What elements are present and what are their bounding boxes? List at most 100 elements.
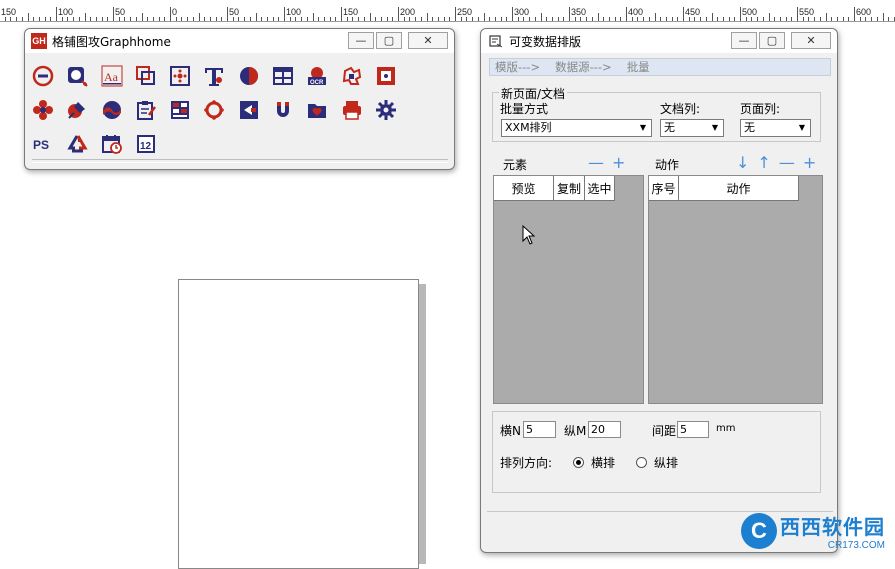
minimize-button[interactable]: — [348,32,374,49]
ruler-minor-tick [745,17,747,21]
graphhome-toolbar-window[interactable]: GH 格铺图攻Graphhome — ▢ ✕ Aa OCR PS 12 [24,28,455,170]
ps-label: PS [33,138,49,152]
flower-icon[interactable] [32,93,66,127]
chevron-down-icon: ▼ [711,123,719,132]
doc-col-select[interactable]: 无 ▼ [660,119,724,137]
arrow-box-icon[interactable] [238,93,272,127]
ruler-minor-tick [831,17,833,21]
col-copy[interactable]: 复制 [554,176,585,201]
magnifier-add-icon[interactable] [66,59,100,93]
direction-vertical-label[interactable]: 纵排 [654,454,678,471]
clipboard-edit-icon[interactable] [135,93,169,127]
remove-element-button[interactable]: — [588,153,604,172]
calendar-clock-icon[interactable] [101,127,135,161]
ps-icon[interactable]: PS [32,127,66,161]
close-button[interactable]: ✕ [408,32,448,49]
ocr-icon[interactable]: OCR [306,59,340,93]
ruler-minor-tick [403,17,405,21]
direction-horizontal-label[interactable]: 横排 [591,454,615,471]
target-dots-icon[interactable] [169,59,203,93]
ruler-major-tick [284,7,285,21]
col-selected[interactable]: 选中 [585,176,615,201]
ruler-minor-tick [33,17,35,21]
heart-folder-icon[interactable] [306,93,340,127]
ruler-minor-tick [688,17,690,21]
add-element-button[interactable]: + [612,153,625,172]
ruler-minor-tick [865,17,867,21]
menu-datasource[interactable]: 数据源---> [555,59,612,75]
ruler-minor-tick [660,17,662,21]
dots-square-icon[interactable] [375,59,409,93]
direction-vertical-radio[interactable] [636,457,647,468]
magnet-icon[interactable] [272,93,306,127]
ruler-minor-tick [16,17,18,21]
page-number-icon[interactable]: 12 [135,127,169,161]
spacing-input[interactable]: 5 [677,421,709,438]
ruler-minor-tick [198,13,200,21]
ruler-minor-tick [61,17,63,21]
col-action[interactable]: 动作 [679,176,799,201]
col-preview[interactable]: 预览 [494,176,554,201]
grid-blocks-icon[interactable] [169,93,203,127]
horizontal-ruler[interactable]: 150 100 50 0 50 100 150 200 250 300 350 400 450 500 55… [0,0,895,22]
ruler-minor-tick [107,17,109,21]
ruler-minor-tick [631,17,633,21]
maximize-button[interactable]: ▢ [759,32,785,49]
ruler-minor-tick [597,13,599,21]
ruler-label: 350 [571,7,587,17]
vertical-label: 纵M [564,424,587,438]
recycle-icon[interactable] [66,127,100,161]
ring-icon[interactable] [203,93,237,127]
ruler-minor-tick [289,17,291,21]
ruler-minor-tick [734,17,736,21]
page-col-select[interactable]: 无 ▼ [740,119,811,137]
ruler-minor-tick [73,17,75,21]
ruler-minor-tick [779,17,781,21]
toolbar-status-line [32,159,448,163]
gear-icon[interactable] [375,93,409,127]
maximize-button[interactable]: ▢ [376,32,402,49]
half-circle-icon[interactable] [238,59,272,93]
menu-template[interactable]: 模版---> [495,59,540,75]
layout-params-group: 横N 5 纵M 20 间距 5 mm 排列方向: 横排 纵排 [492,411,821,493]
wave-circle-icon[interactable] [101,93,135,127]
text-aa-icon[interactable]: Aa [101,59,135,93]
printer-icon[interactable] [341,93,375,127]
ruler-minor-tick [620,17,622,21]
ruler-minor-tick [500,17,502,21]
document-page[interactable] [178,279,419,569]
ruler-major-tick [797,7,798,21]
overlap-squares-icon[interactable] [135,59,169,93]
pen-nib-icon[interactable] [66,93,100,127]
vertical-count-input[interactable]: 20 [588,421,621,438]
menu-batch[interactable]: 批量 [627,59,650,75]
ruler-minor-tick [608,17,610,21]
ruler-minor-tick [238,17,240,21]
puzzle-icon[interactable] [341,59,375,93]
ruler-minor-tick [432,17,434,21]
move-down-button[interactable]: ↓ [736,153,749,172]
col-index[interactable]: 序号 [649,176,679,201]
ruler-minor-tick [306,17,308,21]
variable-data-window[interactable]: 可变数据排版 — ▢ ✕ 模版---> 数据源---> 批量 新页面/文档 批量… [480,28,838,553]
elements-grid[interactable]: 预览 复制 选中 [493,175,644,404]
ruler-minor-tick [791,17,793,21]
ruler-minor-tick [118,17,120,21]
add-action-button[interactable]: + [803,153,816,172]
text-t-icon[interactable] [203,59,237,93]
move-up-button[interactable]: ↑ [757,153,770,172]
direction-horizontal-radio[interactable] [573,457,584,468]
table-icon[interactable] [272,59,306,93]
minimize-button[interactable]: — [731,32,757,49]
horizontal-count-input[interactable]: 5 [523,421,556,438]
remove-action-button[interactable]: — [779,153,795,172]
no-entry-icon[interactable] [32,59,66,93]
ruler-minor-tick [757,17,759,21]
ruler-minor-tick [249,17,251,21]
ruler-minor-tick [483,13,485,21]
actions-grid[interactable]: 序号 动作 [648,175,823,404]
ruler-minor-tick [181,17,183,21]
batch-mode-value: XXM排列 [505,121,552,134]
batch-mode-select[interactable]: XXM排列 ▼ [501,119,652,137]
close-button[interactable]: ✕ [791,32,831,49]
